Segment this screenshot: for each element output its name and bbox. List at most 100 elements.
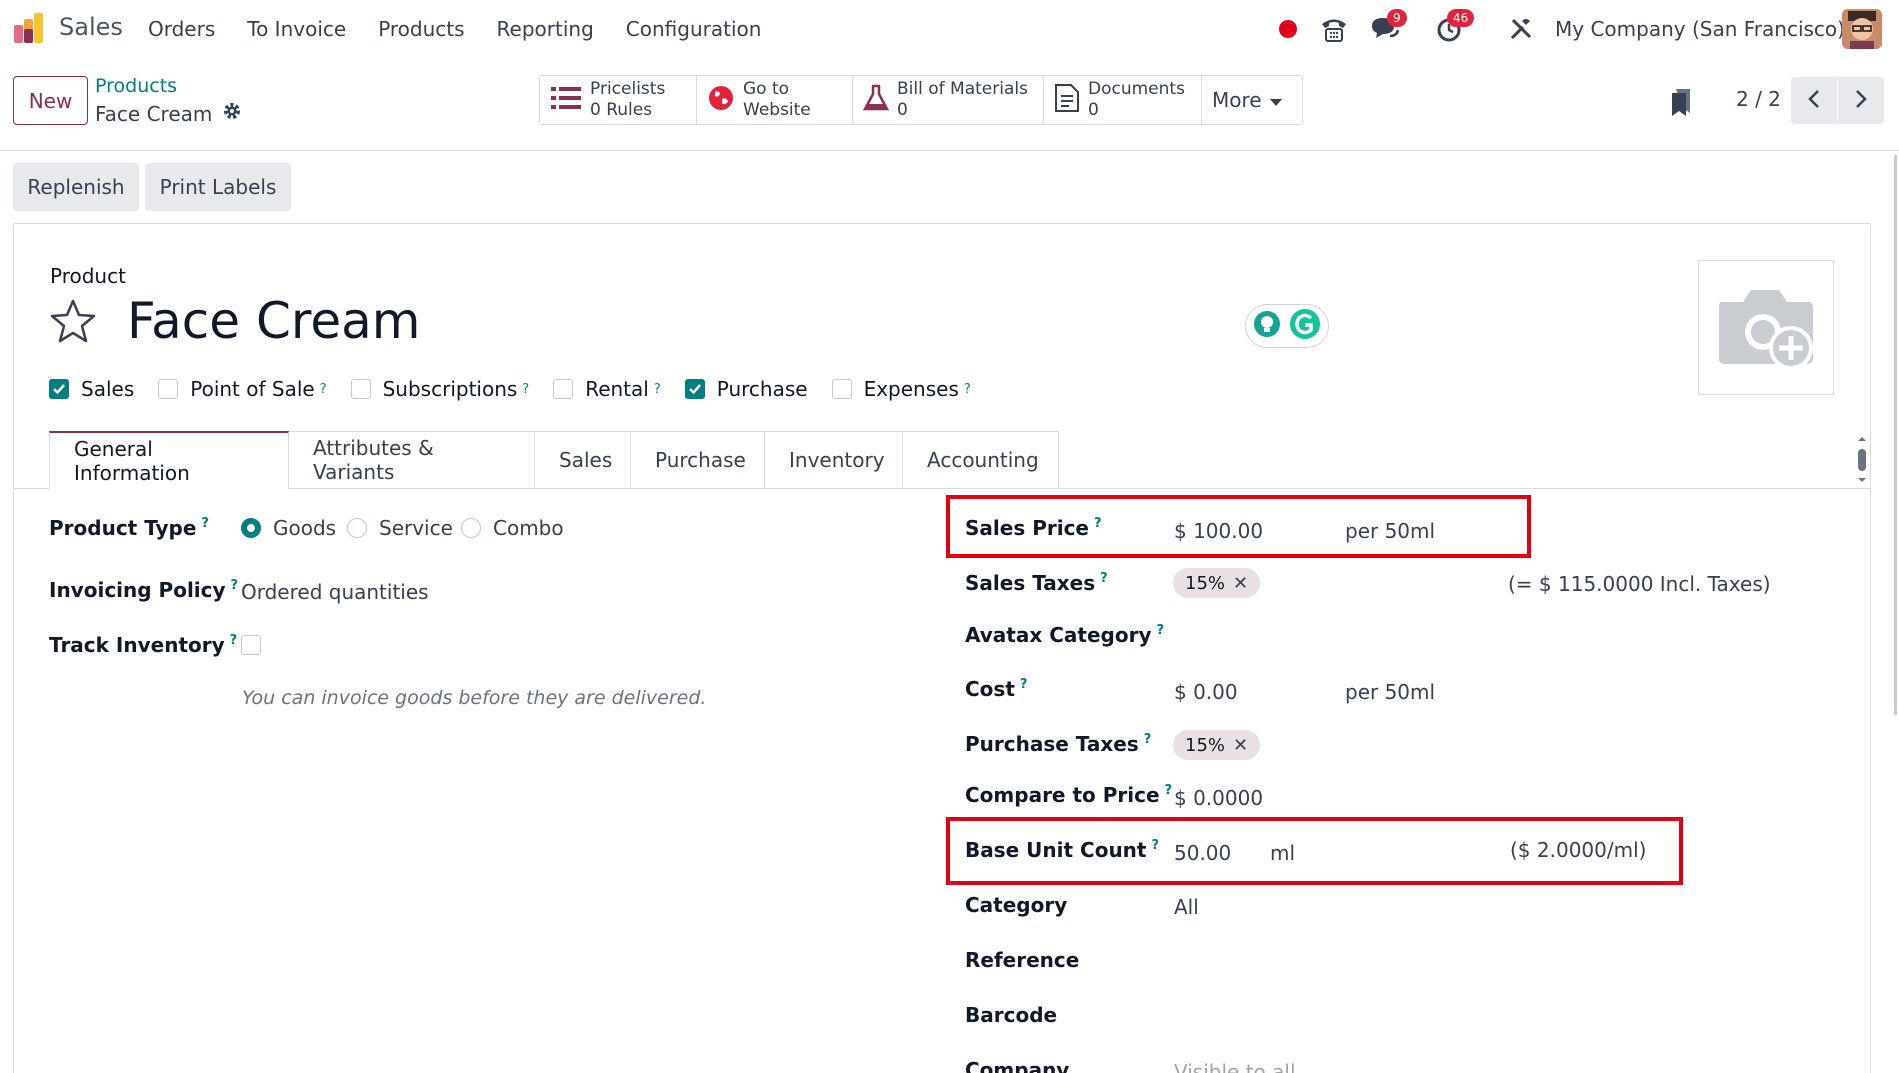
- tabs-scroll-handle[interactable]: [1857, 437, 1867, 482]
- help-tooltip-icon[interactable]: ?: [1144, 732, 1152, 747]
- help-tooltip-icon[interactable]: ?: [231, 578, 239, 593]
- invoicing-hint: You can invoice goods before they are de…: [242, 687, 707, 709]
- documents-smart-button[interactable]: Documents 0: [1044, 76, 1202, 124]
- help-tooltip-icon[interactable]: ?: [1020, 677, 1028, 692]
- breadcrumb-products[interactable]: Products: [95, 75, 177, 97]
- control-panel-divider: [0, 150, 1899, 151]
- tab-general-information[interactable]: General Information: [49, 431, 289, 489]
- product-image-upload[interactable]: [1698, 260, 1834, 395]
- pager-previous-button[interactable]: [1791, 77, 1837, 124]
- checkbox-checked-icon[interactable]: [684, 379, 705, 399]
- pager-next-button[interactable]: [1838, 77, 1884, 124]
- menu-to-invoice[interactable]: To Invoice: [247, 17, 346, 41]
- gear-icon[interactable]: [222, 101, 242, 126]
- phone-icon[interactable]: [1316, 0, 1352, 57]
- option-expenses[interactable]: Expenses ?: [831, 377, 971, 401]
- help-tooltip-icon[interactable]: ?: [230, 633, 238, 648]
- compare-to-price-input[interactable]: $ 0.0000: [1174, 786, 1263, 810]
- app-name[interactable]: Sales: [59, 13, 123, 41]
- bom-value: 0: [897, 100, 908, 120]
- category-label: Category: [965, 893, 1067, 917]
- invoicing-policy-label: Invoicing Policy?: [49, 578, 238, 602]
- sales-tax-tag-label: 15%: [1185, 572, 1226, 594]
- menu-reporting[interactable]: Reporting: [497, 17, 594, 41]
- go-to-website-smart-button[interactable]: Go to Website: [697, 76, 853, 124]
- radio-goods-label: Goods: [273, 516, 337, 540]
- option-sales[interactable]: Sales: [49, 377, 134, 401]
- radio-unselected-icon[interactable]: [347, 518, 367, 538]
- help-tooltip-icon[interactable]: ?: [201, 516, 209, 531]
- track-inventory-checkbox[interactable]: [241, 635, 261, 655]
- radio-selected-icon[interactable]: [241, 518, 261, 538]
- category-select[interactable]: All: [1174, 895, 1199, 919]
- purchase-tax-tag[interactable]: 15% ✕: [1173, 730, 1261, 760]
- sales-tax-tag[interactable]: 15% ✕: [1173, 568, 1261, 598]
- sales-app-icon[interactable]: [12, 11, 46, 45]
- category-label-text: Category: [965, 893, 1068, 917]
- help-tooltip-icon[interactable]: ?: [964, 382, 971, 397]
- cost-uom: per 50ml: [1345, 680, 1436, 704]
- radio-goods[interactable]: Goods: [241, 516, 336, 540]
- menu-orders[interactable]: Orders: [148, 17, 215, 41]
- bill-of-materials-smart-button[interactable]: Bill of Materials 0: [853, 76, 1044, 124]
- checkbox-unchecked-icon[interactable]: [158, 379, 179, 399]
- option-subscriptions[interactable]: Subscriptions ?: [350, 377, 529, 401]
- option-subscriptions-label: Subscriptions: [382, 377, 518, 401]
- company-label-text: Company: [965, 1058, 1070, 1073]
- debug-tools-icon[interactable]: [1503, 0, 1539, 57]
- bookmark-icon[interactable]: [1670, 87, 1692, 121]
- menu-products[interactable]: Products: [378, 17, 464, 41]
- option-rental[interactable]: Rental ?: [553, 377, 661, 401]
- option-rental-label: Rental: [585, 377, 649, 401]
- checkbox-unchecked-icon[interactable]: [831, 379, 852, 399]
- barcode-label: Barcode: [965, 1003, 1057, 1027]
- tab-inventory[interactable]: Inventory: [765, 431, 903, 489]
- checkbox-unchecked-icon[interactable]: [350, 379, 371, 399]
- invoicing-policy-select[interactable]: Ordered quantities: [241, 580, 429, 604]
- help-tooltip-icon[interactable]: ?: [1100, 571, 1108, 586]
- activity-clock-icon[interactable]: 46: [1429, 0, 1475, 57]
- new-button[interactable]: New: [13, 76, 88, 125]
- grammarly-widget[interactable]: [1245, 304, 1329, 348]
- checkbox-unchecked-icon[interactable]: [553, 379, 574, 399]
- page-scrollbar[interactable]: [1894, 155, 1897, 715]
- help-tooltip-icon[interactable]: ?: [654, 382, 661, 397]
- checkbox-checked-icon[interactable]: [49, 379, 69, 399]
- track-inventory-label-text: Track Inventory: [49, 633, 225, 657]
- help-tooltip-icon[interactable]: ?: [1165, 783, 1173, 798]
- option-purchase[interactable]: Purchase: [684, 377, 808, 401]
- messages-badge: 9: [1387, 9, 1407, 27]
- product-name-field[interactable]: Face Cream: [127, 292, 420, 350]
- replenish-button[interactable]: Replenish: [13, 163, 139, 211]
- menu-configuration[interactable]: Configuration: [626, 17, 762, 41]
- user-avatar[interactable]: [1842, 9, 1882, 49]
- cost-input[interactable]: $ 0.00: [1174, 680, 1238, 704]
- more-dropdown-button[interactable]: More: [1202, 76, 1302, 124]
- help-tooltip-icon[interactable]: ?: [320, 382, 327, 397]
- help-tooltip-icon[interactable]: ?: [522, 382, 529, 397]
- pricelists-smart-button[interactable]: Pricelists 0 Rules: [540, 76, 697, 124]
- company-switcher[interactable]: My Company (San Francisco): [1555, 17, 1845, 41]
- sales-taxes-label: Sales Taxes?: [965, 571, 1108, 595]
- radio-service[interactable]: Service: [347, 516, 453, 540]
- tab-attributes-variants[interactable]: Attributes & Variants: [289, 431, 535, 489]
- breadcrumb-current: Face Cream: [95, 101, 242, 126]
- option-point-of-sale[interactable]: Point of Sale ?: [158, 377, 327, 401]
- pager-value[interactable]: 2 / 2: [1736, 87, 1781, 111]
- tab-purchase[interactable]: Purchase: [631, 431, 765, 489]
- highlight-base-unit-count: [946, 817, 1683, 885]
- remove-tag-icon[interactable]: ✕: [1233, 573, 1248, 594]
- radio-unselected-icon[interactable]: [461, 518, 481, 538]
- print-labels-button[interactable]: Print Labels: [145, 163, 291, 211]
- company-select[interactable]: Visible to all: [1174, 1060, 1296, 1073]
- breadcrumb-current-label: Face Cream: [95, 101, 213, 126]
- product-options: Sales Point of Sale ? Subscriptions ? Re…: [49, 377, 995, 401]
- tab-accounting[interactable]: Accounting: [903, 431, 1059, 489]
- remove-tag-icon[interactable]: ✕: [1233, 735, 1248, 756]
- radio-combo[interactable]: Combo: [461, 516, 564, 540]
- help-tooltip-icon[interactable]: ?: [1156, 623, 1164, 638]
- tab-sales[interactable]: Sales: [535, 431, 631, 489]
- favorite-star-icon[interactable]: [49, 298, 97, 348]
- messages-icon[interactable]: 9: [1365, 0, 1407, 57]
- recording-dot-icon[interactable]: [1278, 0, 1298, 57]
